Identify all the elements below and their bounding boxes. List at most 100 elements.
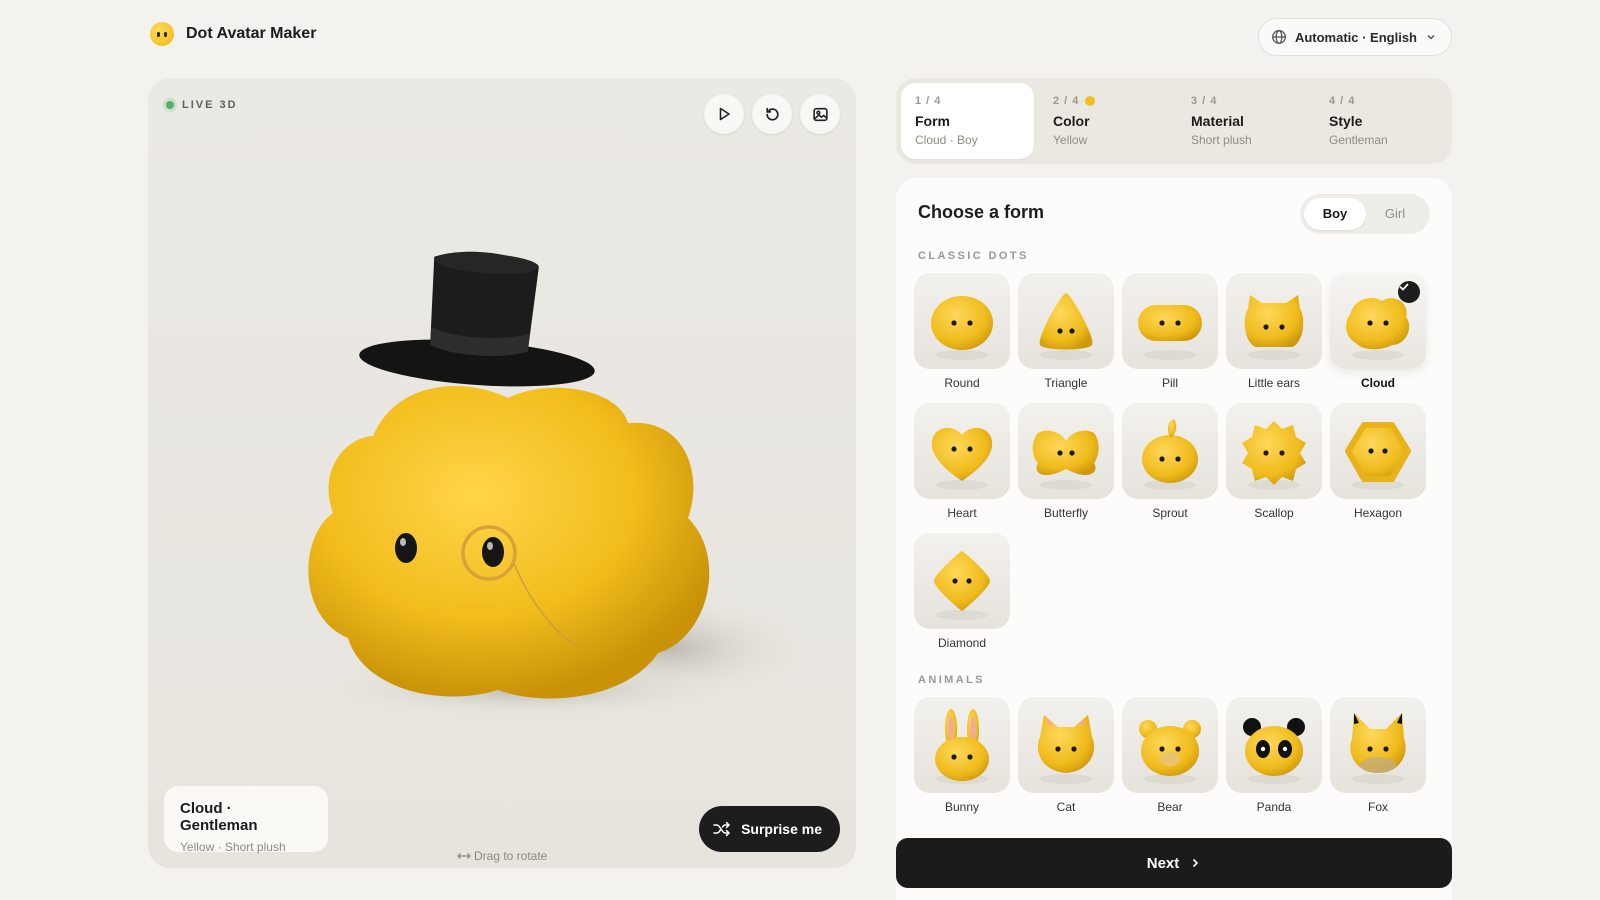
form-thumbnail <box>1330 403 1426 499</box>
form-thumbnail <box>1330 273 1426 369</box>
step-subtitle: Short plush <box>1191 133 1252 147</box>
tab-material[interactable]: 3 / 4 Material Short plush <box>1177 83 1310 159</box>
snapshot-button[interactable] <box>800 94 840 134</box>
color-swatch <box>1085 96 1096 106</box>
form-option-panda[interactable]: Panda <box>1226 697 1322 814</box>
form-option-label: Pill <box>1161 376 1178 390</box>
form-option-sprout[interactable]: Sprout <box>1122 403 1218 520</box>
form-thumbnail <box>1122 697 1218 793</box>
gender-option-boy[interactable]: Boy <box>1304 198 1366 230</box>
form-option-label: Bunny <box>944 800 980 814</box>
language-label: Automatic · English <box>1294 29 1417 45</box>
step-title: Form <box>915 113 950 129</box>
step-number: 2 / 4 <box>1053 95 1080 107</box>
form-option-butterfly[interactable]: Butterfly <box>1018 403 1114 520</box>
form-option-triangle[interactable]: Triangle <box>1018 273 1114 390</box>
image-icon <box>812 107 828 121</box>
step-subtitle: Cloud · Boy <box>915 133 978 147</box>
form-option-label: Panda <box>1256 800 1292 814</box>
form-option-label: Fox <box>1367 800 1388 814</box>
avatar-preview[interactable] <box>148 78 856 868</box>
step-number: 1 / 4 <box>915 95 942 107</box>
arrows-horizontal-icon <box>456 852 471 859</box>
selection-caption: Cloud · Gentleman Yellow · Short plush <box>164 786 328 854</box>
form-option-label: Triangle <box>1044 376 1088 390</box>
form-option-scallop[interactable]: Scallop <box>1226 403 1322 520</box>
form-option-label: Diamond <box>937 636 987 650</box>
form-option-heart[interactable]: Heart <box>914 403 1010 520</box>
step-number: 4 / 4 <box>1329 95 1356 107</box>
panel-title: Choose a form <box>918 202 1045 222</box>
surprise-me-label: Surprise me <box>741 821 822 837</box>
face-dot-icon <box>150 22 174 46</box>
caption-subtitle: Yellow · Short plush <box>180 840 286 854</box>
tab-color[interactable]: 2 / 4 Color Yellow <box>1039 83 1172 159</box>
app-header: Dot Avatar Maker <box>150 22 316 46</box>
form-thumbnail <box>1226 273 1322 369</box>
form-option-bear[interactable]: Bear <box>1122 697 1218 814</box>
live-label: LIVE 3D <box>182 99 238 111</box>
tab-form[interactable]: 1 / 4 Form Cloud · Boy <box>901 83 1034 159</box>
section-label-animals: ANIMALS <box>918 674 985 686</box>
step-title: Style <box>1329 113 1363 129</box>
chevron-down-icon <box>1427 34 1435 40</box>
drag-hint-label: Drag to rotate <box>473 848 548 863</box>
form-thumbnail <box>1018 403 1114 499</box>
form-option-label: Heart <box>947 506 977 520</box>
live-dot <box>166 101 174 109</box>
form-option-hexagon[interactable]: Hexagon <box>1330 403 1426 520</box>
avatar-viewer[interactable]: LIVE 3D Drag to rotate Cloud · Gentleman… <box>148 78 856 868</box>
form-thumbnail <box>1122 273 1218 369</box>
form-panel: Choose a form Boy Girl CLASSIC DOTS Roun… <box>896 178 1452 900</box>
language-selector[interactable]: Automatic · English <box>1257 18 1452 56</box>
form-thumbnail <box>1018 273 1114 369</box>
form-thumbnail <box>914 403 1010 499</box>
form-thumbnail <box>914 273 1010 369</box>
next-button[interactable]: Next <box>896 838 1452 888</box>
form-option-little-ears[interactable]: Little ears <box>1226 273 1322 390</box>
form-option-label: Round <box>944 376 980 390</box>
reset-button[interactable] <box>752 94 792 134</box>
play-button[interactable] <box>704 94 744 134</box>
form-option-cat[interactable]: Cat <box>1018 697 1114 814</box>
form-option-label: Hexagon <box>1353 506 1403 520</box>
avatar-body <box>308 385 710 699</box>
gender-toggle: Boy Girl <box>1300 194 1430 234</box>
form-option-pill[interactable]: Pill <box>1122 273 1218 390</box>
chevron-right-icon <box>1193 858 1199 868</box>
form-thumbnail <box>914 533 1010 629</box>
app-title: Dot Avatar Maker <box>186 25 317 42</box>
live-indicator: LIVE 3D <box>166 99 238 111</box>
form-option-round[interactable]: Round <box>914 273 1010 390</box>
reset-icon <box>765 107 779 121</box>
form-thumbnail <box>1018 697 1114 793</box>
check-icon <box>1398 281 1420 303</box>
gender-option-girl[interactable]: Girl <box>1364 198 1426 230</box>
section-label-classic: CLASSIC DOTS <box>918 250 1029 262</box>
globe-icon <box>1271 30 1286 44</box>
play-icon <box>719 107 730 121</box>
form-thumbnail <box>1122 403 1218 499</box>
step-subtitle: Gentleman <box>1329 133 1388 147</box>
form-option-label: Cloud <box>1361 376 1395 390</box>
form-thumbnail <box>1226 697 1322 793</box>
form-option-label: Sprout <box>1152 506 1188 520</box>
form-option-label: Butterfly <box>1043 506 1088 520</box>
form-option-diamond[interactable]: Diamond <box>914 533 1010 650</box>
form-option-label: Bear <box>1157 800 1183 814</box>
form-option-cloud[interactable]: Cloud <box>1330 273 1426 390</box>
form-option-bunny[interactable]: Bunny <box>914 697 1010 814</box>
caption-title: Cloud · Gentleman <box>180 800 258 834</box>
form-thumbnail <box>914 697 1010 793</box>
next-label: Next <box>1146 854 1180 872</box>
surprise-me-button[interactable]: Surprise me <box>699 806 840 852</box>
form-option-fox[interactable]: Fox <box>1330 697 1426 814</box>
form-thumbnail <box>1330 697 1426 793</box>
step-number: 3 / 4 <box>1191 95 1218 107</box>
tab-style[interactable]: 4 / 4 Style Gentleman <box>1315 83 1448 159</box>
step-title: Color <box>1053 113 1090 129</box>
form-thumbnail <box>1226 403 1322 499</box>
step-subtitle: Yellow <box>1053 133 1088 147</box>
form-option-label: Scallop <box>1254 506 1294 520</box>
form-option-label: Cat <box>1056 800 1076 814</box>
